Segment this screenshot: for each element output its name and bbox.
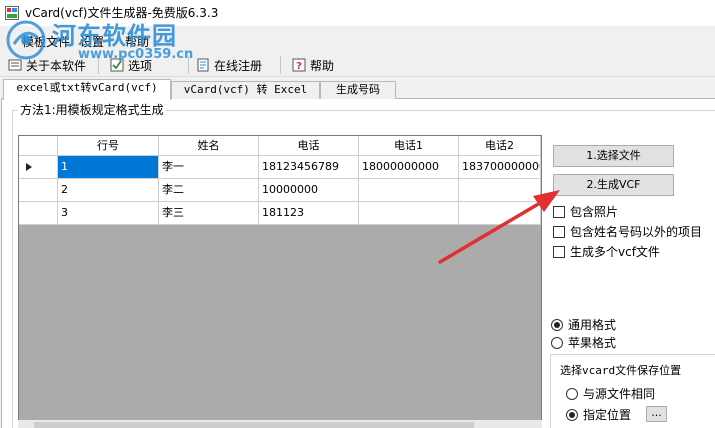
radio-dot[interactable] [551,336,563,349]
checkbox-box[interactable] [553,225,565,238]
include-photo-checkbox[interactable]: 包含照片 [553,203,618,220]
multiple-vcf-files-checkbox[interactable]: 生成多个vcf文件 [553,243,660,260]
row-header-corner [19,136,58,156]
watermark-url: www.pc0359.cn [78,47,194,62]
general-format-radio[interactable]: 通用格式 [551,316,616,333]
table-cell[interactable]: 1 [58,156,159,179]
scrollbar-thumb[interactable] [34,422,474,428]
column-header[interactable]: 电话2 [459,136,541,156]
checkbox-box[interactable] [553,245,565,258]
table-cell[interactable] [459,202,541,225]
include-other-fields-checkbox[interactable]: 包含姓名号码以外的项目 [553,223,702,240]
include-other-fields-label: 包含姓名号码以外的项目 [570,225,703,239]
radio-dot[interactable] [566,387,578,400]
generate-vcf-button[interactable]: 2.生成VCF [553,174,674,196]
table-cell[interactable]: 2 [58,179,159,202]
choose-file-button[interactable]: 1.选择文件 [553,145,674,167]
column-header[interactable]: 电话 [259,136,359,156]
table-cell[interactable]: 18123456789 [259,156,359,179]
data-grid[interactable]: 行号 姓名 电话 电话1 电话2 1 李一 18123456789 180000… [18,135,542,428]
register-button[interactable]: 在线注册 [196,55,262,75]
save-location-title: 选择vcard文件保存位置 [560,364,682,377]
register-label: 在线注册 [214,58,263,73]
table-cell[interactable]: 183700000000 [459,156,541,179]
table-cell[interactable]: 18000000000 [359,156,459,179]
radio-dot[interactable] [566,408,578,421]
table-cell[interactable] [359,202,459,225]
column-header[interactable]: 电话1 [359,136,459,156]
table-cell[interactable]: 李三 [159,202,259,225]
general-format-label: 通用格式 [568,318,617,332]
table-cell[interactable] [359,179,459,202]
tab-excel-to-vcard[interactable]: excel或txt转vCard(vcf) [3,79,171,100]
row-header[interactable] [19,202,58,225]
table-row[interactable]: 2 李二 10000000 [19,179,541,202]
column-header[interactable]: 行号 [58,136,159,156]
table-cell[interactable]: 李二 [159,179,259,202]
specified-location-label: 指定位置 [583,408,632,422]
table-cell[interactable]: 3 [58,202,159,225]
tab-generate-numbers[interactable]: 生成号码 [320,81,396,99]
method-label: 方法1:用模板规定格式生成 [18,101,166,118]
browse-button[interactable]: ... [646,406,667,422]
table-cell[interactable]: 181123 [259,202,359,225]
radio-dot[interactable] [551,318,563,331]
same-as-source-label: 与源文件相同 [583,387,656,401]
grid-header-row: 行号 姓名 电话 电话1 电话2 [19,136,541,156]
tab-strip: excel或txt转vCard(vcf) vCard(vcf) 转 Excel … [0,79,715,100]
table-row[interactable]: 1 李一 18123456789 18000000000 18370000000… [19,156,541,179]
help-label: 帮助 [310,58,335,73]
checkbox-box[interactable] [553,205,565,218]
help-icon: ? [292,58,306,72]
include-photo-label: 包含照片 [570,205,619,219]
row-header[interactable] [19,156,58,179]
apple-format-label: 苹果格式 [568,336,617,350]
current-row-icon [26,163,32,171]
register-icon [197,58,209,72]
tab-vcard-to-excel[interactable]: vCard(vcf) 转 Excel [171,81,320,99]
watermark-logo [6,20,46,60]
svg-text:?: ? [296,61,302,72]
same-as-source-radio[interactable]: 与源文件相同 [566,385,655,402]
multiple-vcf-files-label: 生成多个vcf文件 [570,245,660,259]
apple-format-radio[interactable]: 苹果格式 [551,334,616,351]
row-header[interactable] [19,179,58,202]
table-cell[interactable]: 10000000 [259,179,359,202]
table-row[interactable]: 3 李三 181123 [19,202,541,225]
toolbar-separator [280,56,281,74]
watermark-title: 河东软件园 [52,21,177,50]
column-header[interactable]: 姓名 [159,136,259,156]
table-cell[interactable]: 李一 [159,156,259,179]
help-button[interactable]: ? 帮助 [292,55,334,75]
table-cell[interactable] [459,179,541,202]
specified-location-radio[interactable]: 指定位置 [566,406,631,423]
